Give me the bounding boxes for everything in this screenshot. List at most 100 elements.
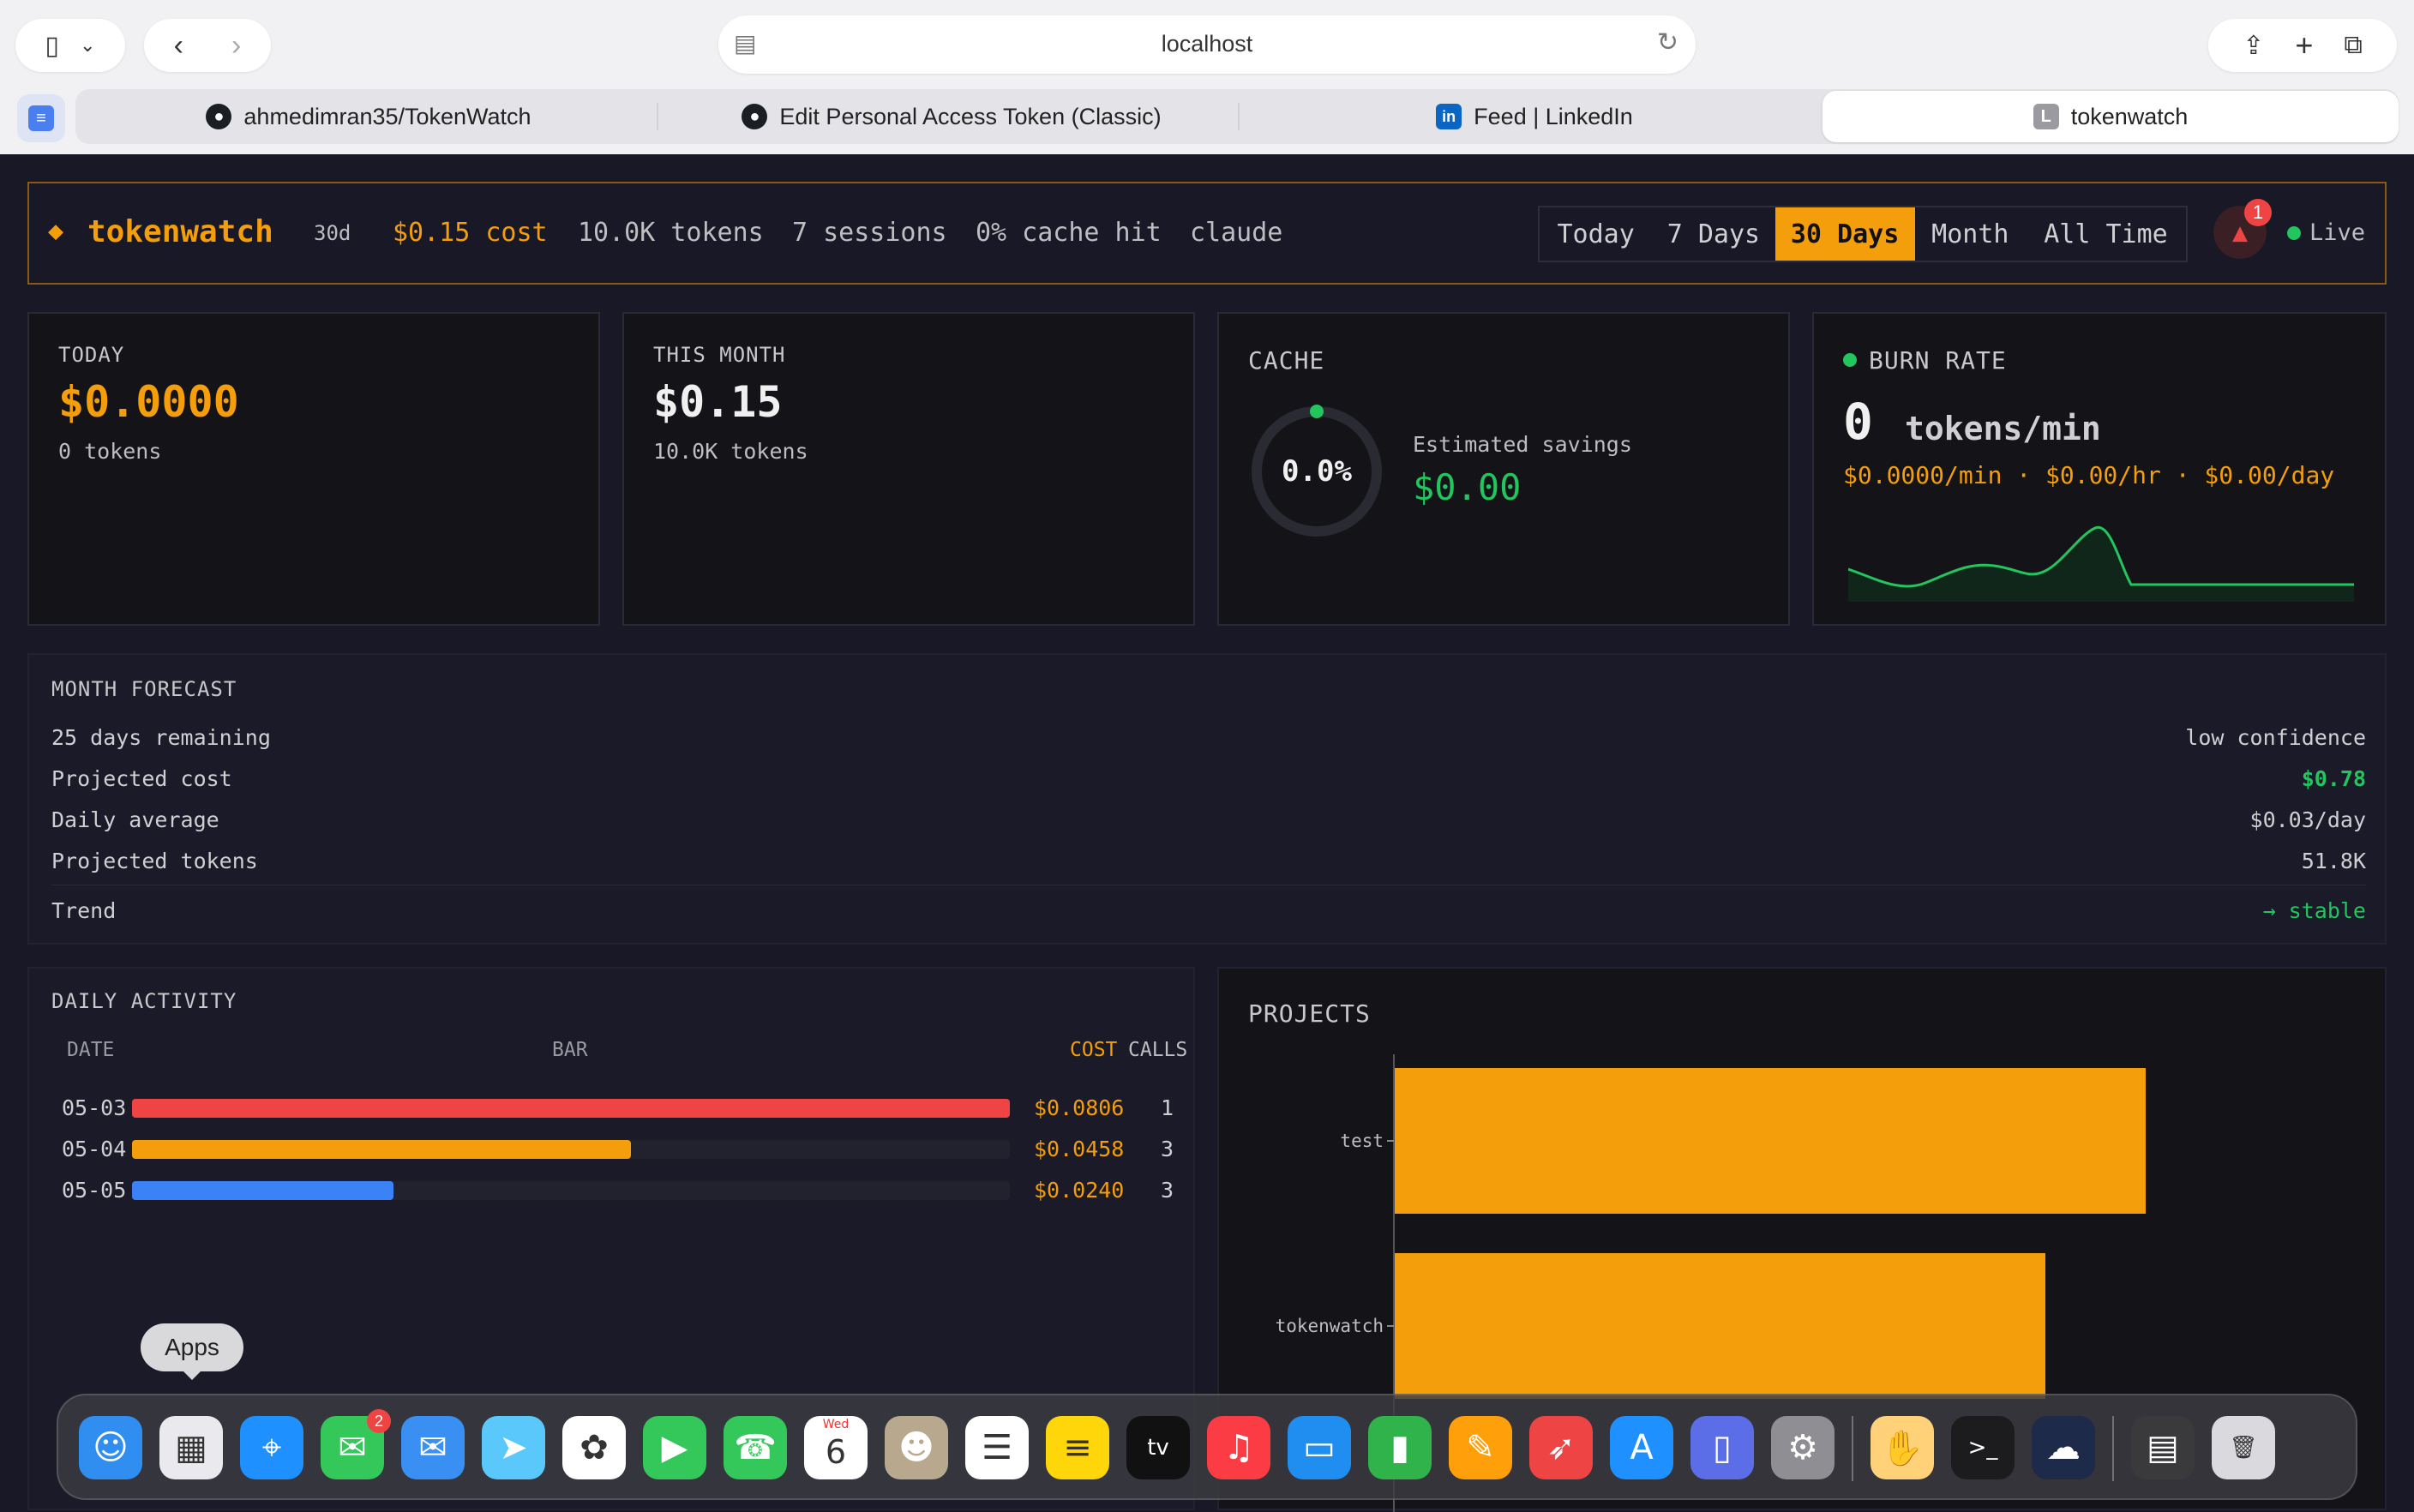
contacts-icon[interactable]: ☻ xyxy=(885,1416,948,1479)
project-bar xyxy=(1395,1253,2045,1399)
card-today: TODAY $0.0000 0 tokens xyxy=(27,312,600,626)
row-date: 05-05 xyxy=(62,1178,127,1203)
savings-label: Estimated savings xyxy=(1413,432,1632,457)
row-cost: $0.0806 xyxy=(1034,1095,1125,1120)
rocket-icon[interactable]: ➶ xyxy=(1529,1416,1593,1479)
range-month-button[interactable]: Month xyxy=(1915,207,2026,261)
tooltip-pointer xyxy=(182,1370,202,1380)
forecast-row-projected-tokens: Projected tokens 51.8K xyxy=(51,843,2366,878)
row-bar xyxy=(132,1181,393,1200)
tv-icon[interactable]: tv xyxy=(1126,1416,1190,1479)
card-label: CACHE xyxy=(1248,346,1325,375)
row-cost: $0.0458 xyxy=(1034,1137,1125,1161)
row-bar xyxy=(132,1140,631,1159)
project-label: tokenwatch xyxy=(1276,1316,1384,1336)
today-cost: $0.0000 xyxy=(58,377,239,427)
launchpad-icon[interactable]: ▦ xyxy=(159,1416,223,1479)
card-label: TODAY xyxy=(58,343,125,367)
tab-divider xyxy=(657,103,658,130)
daily-title: DAILY ACTIVITY xyxy=(51,989,237,1013)
trash-icon[interactable]: 🗑 xyxy=(2212,1416,2275,1479)
terminal-icon[interactable]: >_ xyxy=(1951,1416,2015,1479)
tab-tokenwatch-repo[interactable]: ● ahmedimran35/TokenWatch xyxy=(86,91,652,142)
dock-separator xyxy=(1852,1416,1853,1481)
daily-row: 05-05 $0.0240 3 xyxy=(29,1174,1195,1209)
calendar-icon[interactable]: Wed 6 xyxy=(804,1416,868,1479)
row-cost: $0.0240 xyxy=(1034,1178,1125,1203)
row-date: 05-03 xyxy=(62,1095,127,1120)
forecast-row-daily-average: Daily average $0.03/day xyxy=(51,802,2366,837)
messages-icon[interactable]: ✉ 2 xyxy=(321,1409,391,1479)
photos-icon[interactable]: ✿ xyxy=(562,1416,626,1479)
notes-icon[interactable]: ≡ xyxy=(1046,1416,1109,1479)
daily-row: 05-03 $0.0806 1 xyxy=(29,1092,1195,1126)
keynote-icon[interactable]: ▭ xyxy=(1288,1416,1351,1479)
col-date: DATE xyxy=(67,1039,115,1061)
toolbar-actions: ⇪ + ⧉ xyxy=(2208,19,2397,72)
app-store-icon[interactable]: A xyxy=(1610,1416,1673,1479)
letter-l-icon: L xyxy=(2033,104,2059,129)
reminders-icon[interactable]: ☰ xyxy=(965,1416,1029,1479)
simulator-icon[interactable]: ▯ xyxy=(1690,1416,1754,1479)
safari-icon[interactable]: ⌖ xyxy=(240,1416,303,1479)
tab-label: Feed | LinkedIn xyxy=(1474,103,1633,129)
maps-icon[interactable]: ➤ xyxy=(482,1416,545,1479)
forecast-title: MONTH FORECAST xyxy=(51,677,237,701)
sidebar-icon: ▯ xyxy=(45,31,60,60)
tab-edit-token[interactable]: ● Edit Personal Access Token (Classic) xyxy=(669,91,1234,142)
project-bar xyxy=(1395,1068,2146,1214)
tab-label: Edit Personal Access Token (Classic) xyxy=(779,103,1162,129)
range-7-days-button[interactable]: 7 Days xyxy=(1652,207,1774,261)
share-icon[interactable]: ⇪ xyxy=(2243,31,2264,61)
month-cost: $0.15 xyxy=(653,377,783,427)
col-bar: BAR xyxy=(552,1039,588,1061)
tab-tokenwatch[interactable]: L tokenwatch xyxy=(1823,91,2399,142)
music-icon[interactable]: ♫ xyxy=(1207,1416,1270,1479)
dock-tooltip: Apps xyxy=(141,1323,243,1371)
row-calls: 3 xyxy=(1161,1178,1174,1203)
range-today-button[interactable]: Today xyxy=(1540,207,1652,261)
numbers-icon[interactable]: ▮ xyxy=(1368,1416,1432,1479)
forecast-row-trend: Trend → stable xyxy=(51,893,2366,927)
phone-icon[interactable]: ☎ xyxy=(724,1416,787,1479)
folder-icon[interactable]: ▤ xyxy=(2131,1416,2195,1479)
dock-separator xyxy=(2112,1416,2114,1481)
reload-icon[interactable]: ↻ xyxy=(1657,27,1678,57)
settings-icon[interactable]: ⚙ xyxy=(1771,1416,1835,1479)
forecast-row-value: → stable xyxy=(2262,897,2366,923)
forecast-row-projected-cost: Projected cost $0.78 xyxy=(51,761,2366,795)
finder-icon[interactable]: ☺ xyxy=(79,1416,142,1479)
forward-icon[interactable]: › xyxy=(231,29,241,63)
tab-groups-button[interactable]: ≡ xyxy=(17,94,65,142)
card-label: BURN RATE xyxy=(1869,346,2007,375)
header-tokens: 10.0K tokens xyxy=(578,218,764,248)
facetime-icon[interactable]: ▶ xyxy=(643,1416,706,1479)
cloud-icon[interactable]: ☁ xyxy=(2032,1416,2095,1479)
card-cache: CACHE 0.0% Estimated savings $0.00 xyxy=(1217,312,1790,626)
header-cache-hit: 0% cache hit xyxy=(976,218,1162,248)
range-30-days-button[interactable]: 30 Days xyxy=(1774,207,1915,261)
tab-overview-icon[interactable]: ⧉ xyxy=(2344,31,2362,60)
burn-rates: $0.0000/min · $0.00/hr · $0.00/day xyxy=(1843,461,2335,489)
browser-chrome: ▯ ⌄ ‹ › ▤ localhost ↻ ⇪ + ⧉ ≡ ● ahmedimr… xyxy=(0,0,2414,154)
notification-badge: 2 xyxy=(367,1409,391,1433)
back-icon[interactable]: ‹ xyxy=(174,29,183,63)
hand-icon[interactable]: ✋ xyxy=(1871,1416,1934,1479)
brand-title: tokenwatch xyxy=(87,214,273,249)
url-text: localhost xyxy=(1161,31,1253,57)
address-bar[interactable]: ▤ localhost ↻ xyxy=(718,15,1696,74)
row-bar xyxy=(132,1099,1010,1118)
tab-linkedin[interactable]: in Feed | LinkedIn xyxy=(1252,91,1817,142)
tab-label: tokenwatch xyxy=(2070,103,2189,129)
range-all-time-button[interactable]: All Time xyxy=(2026,207,2186,261)
sidebar-toggle-button[interactable]: ▯ ⌄ xyxy=(15,19,125,72)
burn-unit: tokens/min xyxy=(1905,410,2101,447)
forecast-row-label: Projected cost xyxy=(51,765,232,791)
forecast-row-label: Trend xyxy=(51,897,117,923)
tab-divider xyxy=(1238,103,1240,130)
pages-icon[interactable]: ✎ xyxy=(1449,1416,1512,1479)
mail-icon[interactable]: ✉ xyxy=(401,1416,465,1479)
new-tab-icon[interactable]: + xyxy=(2295,27,2313,63)
history-nav: ‹ › xyxy=(144,19,271,72)
daily-row: 05-04 $0.0458 3 xyxy=(29,1133,1195,1167)
